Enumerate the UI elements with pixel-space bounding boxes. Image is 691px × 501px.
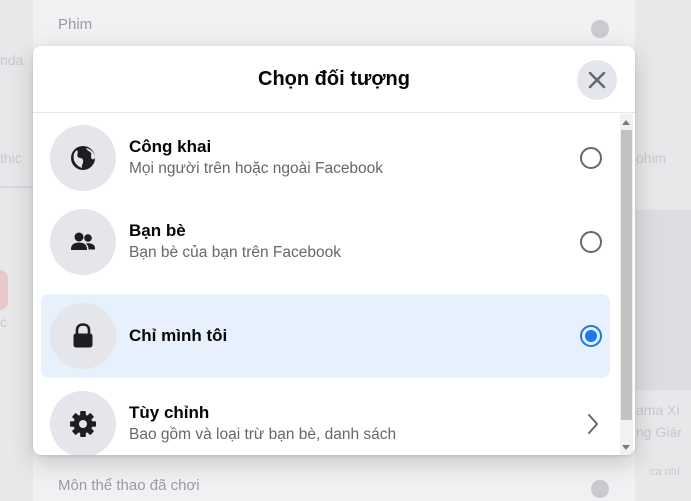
scrollbar[interactable] — [620, 114, 633, 455]
option-icon-wrap — [50, 209, 116, 275]
option-title: Chỉ mình tôi — [129, 326, 228, 345]
scroll-down-arrow-icon[interactable] — [622, 445, 630, 450]
background-side-text: ng Giár — [636, 424, 682, 440]
globe-icon — [591, 480, 609, 498]
chevron-right-icon — [588, 414, 598, 434]
option-icon-wrap — [50, 391, 116, 455]
background-thumbnail — [636, 210, 691, 390]
option-subtitle: Bạn bè của bạn trên Facebook — [129, 244, 341, 261]
friends-icon — [71, 232, 95, 250]
scroll-up-arrow-icon[interactable] — [622, 120, 630, 125]
background-side-text: nda — [0, 52, 24, 68]
option-only-me[interactable]: Chỉ mình tôi — [41, 294, 610, 378]
background-item-sports: Môn thể thao đã chơi — [58, 477, 200, 494]
audience-dialog: Chọn đối tượng Công khai Mọi người trên … — [33, 46, 635, 455]
radio-friends[interactable] — [580, 231, 602, 253]
option-title: Tùy chỉnh — [129, 403, 210, 422]
radio-public[interactable] — [580, 147, 602, 169]
background-divider — [0, 186, 33, 188]
dialog-header: Chọn đối tượng — [33, 46, 635, 113]
background-item-movies: Phim — [58, 16, 93, 33]
globe-icon — [591, 20, 609, 38]
background-side-text: thic — [0, 150, 22, 166]
background-side-text: c — [0, 314, 7, 330]
close-button[interactable] — [577, 60, 617, 100]
background-side-text: ca nhí — [650, 466, 680, 478]
options-list: Công khai Mọi người trên hoặc ngoài Face… — [33, 114, 620, 455]
lock-icon — [73, 323, 93, 348]
close-icon — [588, 71, 606, 89]
globe-icon — [71, 146, 95, 170]
option-public[interactable]: Công khai Mọi người trên hoặc ngoài Face… — [41, 116, 610, 200]
gear-icon — [70, 411, 96, 437]
background-side-text: ama Xi — [636, 402, 680, 418]
option-friends[interactable]: Bạn bè Bạn bè của bạn trên Facebook — [41, 200, 610, 284]
option-icon-wrap — [50, 125, 116, 191]
background-side-text: ohim — [636, 150, 667, 166]
option-title: Công khai — [129, 137, 212, 156]
background-thumbnail — [0, 270, 8, 310]
scrollbar-thumb[interactable] — [621, 130, 632, 420]
option-subtitle: Bao gồm và loại trừ bạn bè, danh sách — [129, 426, 397, 443]
radio-only-me[interactable] — [580, 325, 602, 347]
option-title: Bạn bè — [129, 221, 186, 240]
option-icon-wrap — [50, 303, 116, 369]
dialog-title: Chọn đối tượng — [258, 67, 410, 90]
option-custom[interactable]: Tùy chỉnh Bao gồm và loại trừ bạn bè, da… — [41, 382, 610, 455]
option-subtitle: Mọi người trên hoặc ngoài Facebook — [129, 160, 384, 177]
